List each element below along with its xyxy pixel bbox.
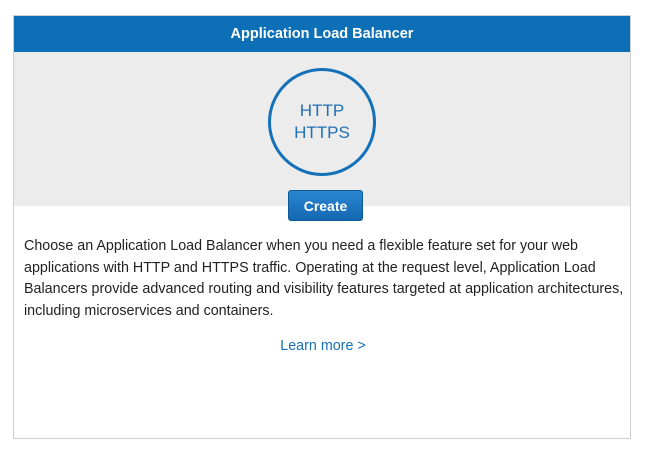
learn-more-link[interactable]: Learn more > [14, 338, 632, 354]
description-text: Choose an Application Load Balancer when… [24, 238, 624, 319]
create-button[interactable]: Create [288, 190, 363, 221]
protocol-label-http: HTTP [299, 101, 345, 120]
card-title: Application Load Balancer [230, 26, 414, 42]
load-balancer-card: Application Load Balancer HTTP HTTPS Cre… [13, 15, 631, 439]
hero-section: HTTP HTTPS Create [14, 52, 630, 221]
protocol-label-https: HTTPS [294, 123, 350, 142]
card-header: Application Load Balancer [14, 16, 630, 52]
protocol-circle: HTTP HTTPS [268, 68, 376, 176]
